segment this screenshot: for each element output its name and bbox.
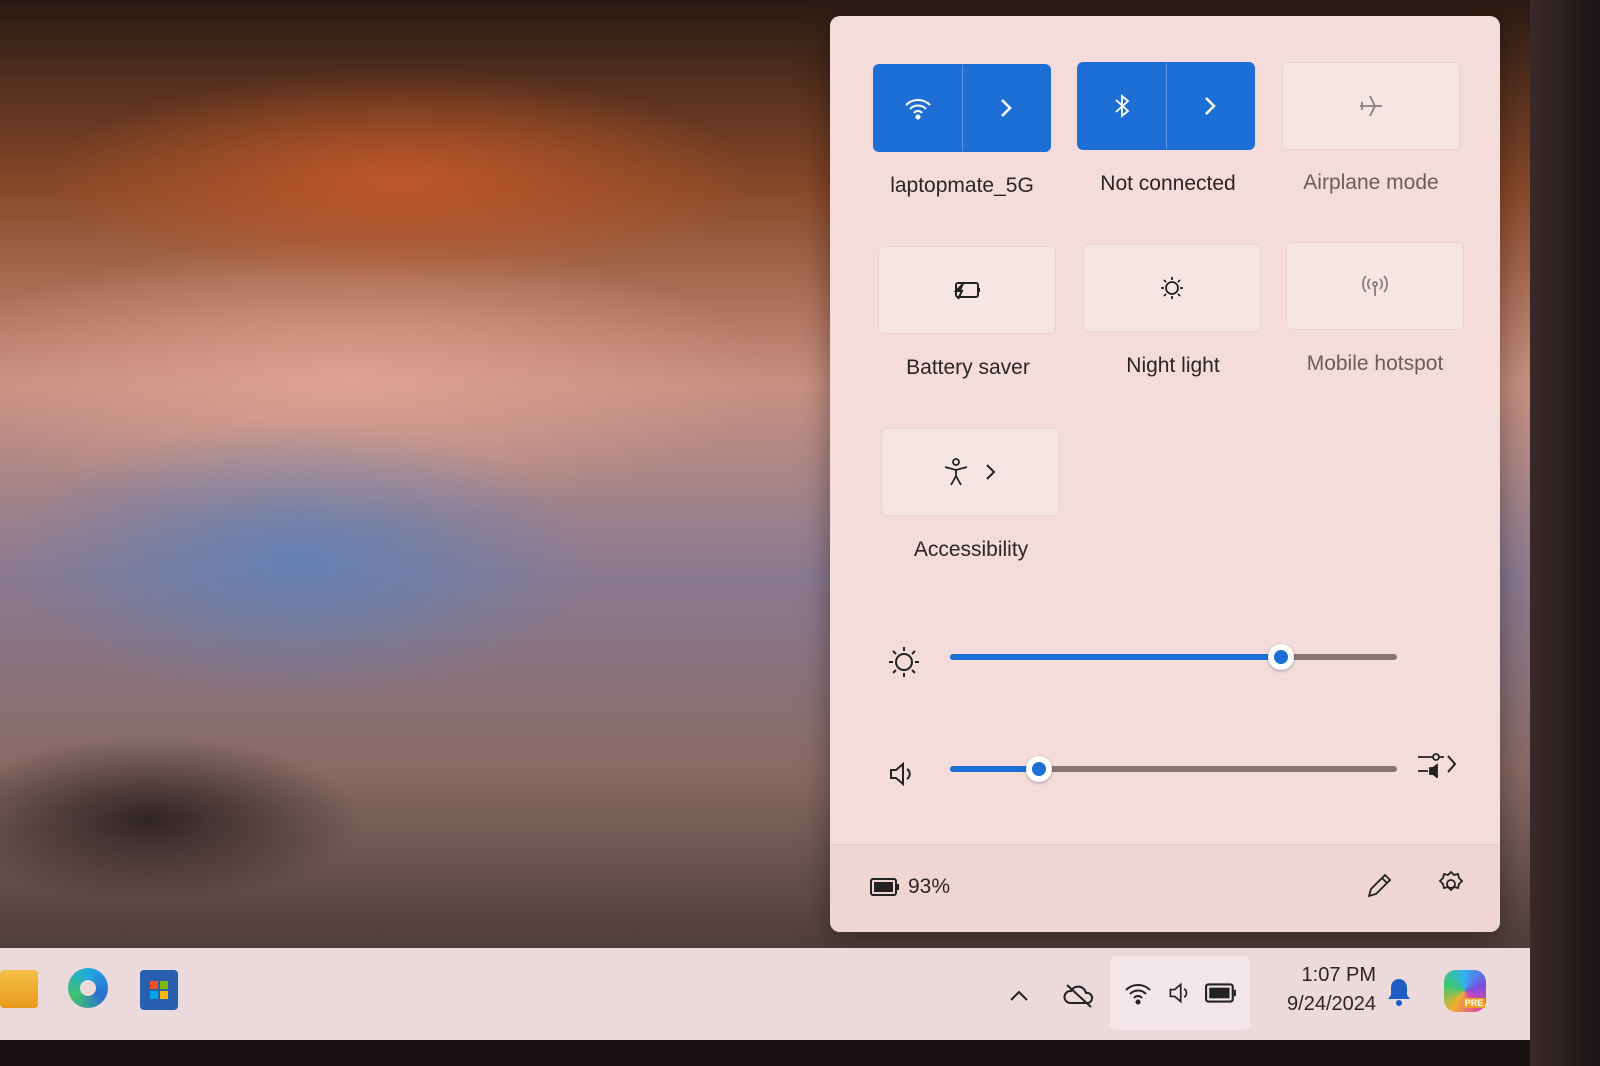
copilot-icon[interactable]: PRE <box>1444 970 1486 1012</box>
wifi-icon <box>1125 984 1151 1005</box>
taskbar: 1:07 PM 9/24/2024 PRE <box>0 948 1530 1040</box>
battery-saver-icon <box>953 282 980 300</box>
wifi-tile[interactable] <box>873 64 1051 152</box>
wifi-icon <box>905 99 931 120</box>
clock[interactable]: 1:07 PM 9/24/2024 <box>1262 964 1376 1016</box>
battery-icon <box>1205 983 1236 1003</box>
audio-mixer-icon <box>1418 753 1444 778</box>
clock-time: 1:07 PM <box>1301 964 1376 986</box>
brightness-fill <box>950 654 1281 660</box>
wifi-expand-button[interactable] <box>963 65 1051 151</box>
screen-bezel <box>1530 0 1600 1066</box>
chevron-right-icon <box>986 464 996 480</box>
copilot-preview-badge: PRE <box>1462 998 1486 1008</box>
night-light-label: Night light <box>1126 354 1220 377</box>
bluetooth-expand-button[interactable] <box>1167 63 1255 149</box>
audio-output-button[interactable] <box>1416 750 1458 778</box>
chevron-right-icon <box>1001 99 1013 117</box>
battery-saver-label: Battery saver <box>906 356 1030 379</box>
notification-bell-icon[interactable] <box>1386 976 1412 1008</box>
settings-gear-icon[interactable] <box>1436 869 1466 899</box>
edit-pencil-icon[interactable] <box>1364 871 1394 901</box>
bluetooth-label: Not connected <box>1100 172 1236 195</box>
night-light-icon <box>1161 277 1183 299</box>
battery-percent: 93% <box>908 875 951 898</box>
clock-date: 9/24/2024 <box>1287 993 1376 1015</box>
chevron-right-icon <box>1447 755 1457 773</box>
volume-icon <box>890 761 911 787</box>
quick-settings-footer: 93% <box>830 844 1500 932</box>
battery-status[interactable]: 93% <box>870 875 950 899</box>
chevron-up-icon[interactable] <box>1008 988 1030 1002</box>
wifi-toggle[interactable] <box>874 65 963 151</box>
brightness-slider[interactable] <box>950 644 1397 670</box>
bluetooth-toggle[interactable] <box>1078 63 1167 149</box>
bluetooth-icon <box>1115 94 1130 118</box>
battery-saver-tile[interactable] <box>878 246 1056 334</box>
wifi-label: laptopmate_5G <box>890 174 1034 197</box>
volume-thumb[interactable] <box>1026 756 1053 782</box>
edge-icon[interactable] <box>68 968 108 1008</box>
battery-icon <box>870 878 899 896</box>
system-tray-button[interactable] <box>1110 956 1250 1030</box>
store-icon[interactable] <box>140 970 178 1010</box>
quick-settings-panel: laptopmate_5G Not connected Airplane mod… <box>830 16 1500 932</box>
brightness-thumb[interactable] <box>1267 644 1294 670</box>
mobile-hotspot-label: Mobile hotspot <box>1306 352 1444 375</box>
accessibility-icon <box>944 458 968 486</box>
accessibility-tile[interactable] <box>881 428 1059 516</box>
chevron-right-icon <box>1205 97 1217 115</box>
airplane-mode-tile[interactable] <box>1282 62 1460 150</box>
mobile-hotspot-tile[interactable] <box>1286 242 1464 330</box>
night-light-tile[interactable] <box>1083 244 1261 332</box>
brightness-icon <box>889 647 919 677</box>
onedrive-offline-icon[interactable] <box>1062 982 1096 1008</box>
airplane-mode-label: Airplane mode <box>1303 171 1439 194</box>
hotspot-icon <box>1362 275 1388 296</box>
accessibility-label: Accessibility <box>913 538 1029 561</box>
airplane-icon <box>1360 95 1382 117</box>
volume-icon <box>1169 982 1188 1004</box>
bluetooth-tile[interactable] <box>1077 62 1255 150</box>
volume-slider[interactable] <box>950 756 1397 782</box>
file-explorer-icon[interactable] <box>0 970 38 1008</box>
